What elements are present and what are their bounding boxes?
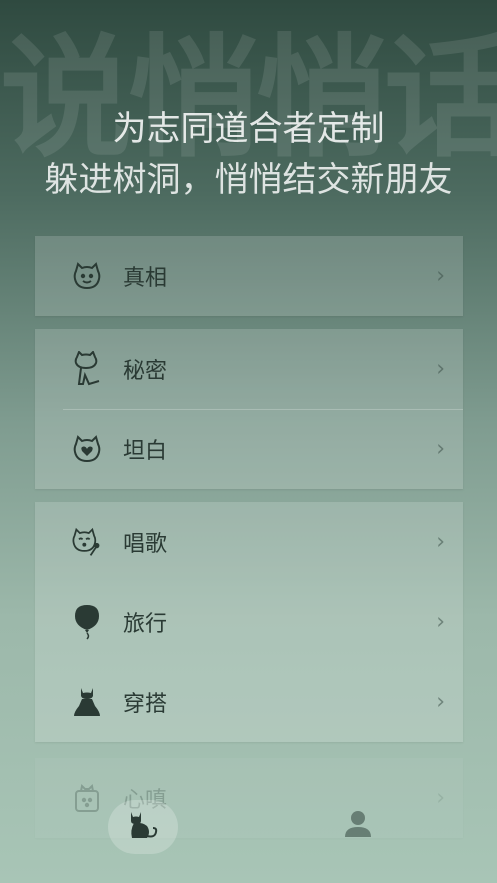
topic-label: 真相 <box>123 266 168 291</box>
topic-item-truth[interactable]: 真相 › <box>35 236 463 316</box>
chevron-right-icon: › <box>436 436 445 462</box>
tagline-line1: 为志同道合者定制 <box>112 109 385 149</box>
tab-profile[interactable] <box>338 806 378 846</box>
chevron-right-icon: › <box>436 689 445 715</box>
cat-heart-icon <box>71 433 103 465</box>
chevron-right-icon: › <box>436 609 445 635</box>
sitting-cat-icon <box>71 351 103 386</box>
chevron-right-icon: › <box>436 263 445 289</box>
topic-item-secret[interactable]: 秘密 › <box>35 329 463 409</box>
topic-label: 坦白 <box>123 439 168 464</box>
topic-group-1: 真相 › <box>35 236 463 316</box>
cat-dress-icon <box>71 686 103 718</box>
topic-group-2: 秘密 › 坦白 › <box>35 329 463 489</box>
cat-tab-icon <box>127 808 159 846</box>
singing-cat-microphone-icon <box>71 526 103 558</box>
tab-home[interactable] <box>108 800 178 854</box>
tagline-line2: 躲进树洞，悄悄结交新朋友 <box>44 160 453 200</box>
balloon-icon <box>71 605 103 640</box>
topic-item-travel[interactable]: 旅行 › <box>35 582 463 662</box>
topic-label: 唱歌 <box>123 532 168 557</box>
chevron-right-icon: › <box>436 529 445 555</box>
smiling-cat-face-icon <box>71 260 103 292</box>
person-icon <box>343 809 373 843</box>
tab-bar <box>0 790 497 883</box>
topic-group-3: 唱歌 › 旅行 › 穿搭 › <box>35 502 463 742</box>
topic-label: 穿搭 <box>123 692 168 717</box>
topic-label: 秘密 <box>123 359 168 384</box>
topic-item-sing[interactable]: 唱歌 › <box>35 502 463 582</box>
topic-item-confess[interactable]: 坦白 › <box>35 409 463 489</box>
topic-label: 旅行 <box>123 612 168 637</box>
chevron-right-icon: › <box>436 356 445 382</box>
topic-item-outfit[interactable]: 穿搭 › <box>35 662 463 742</box>
